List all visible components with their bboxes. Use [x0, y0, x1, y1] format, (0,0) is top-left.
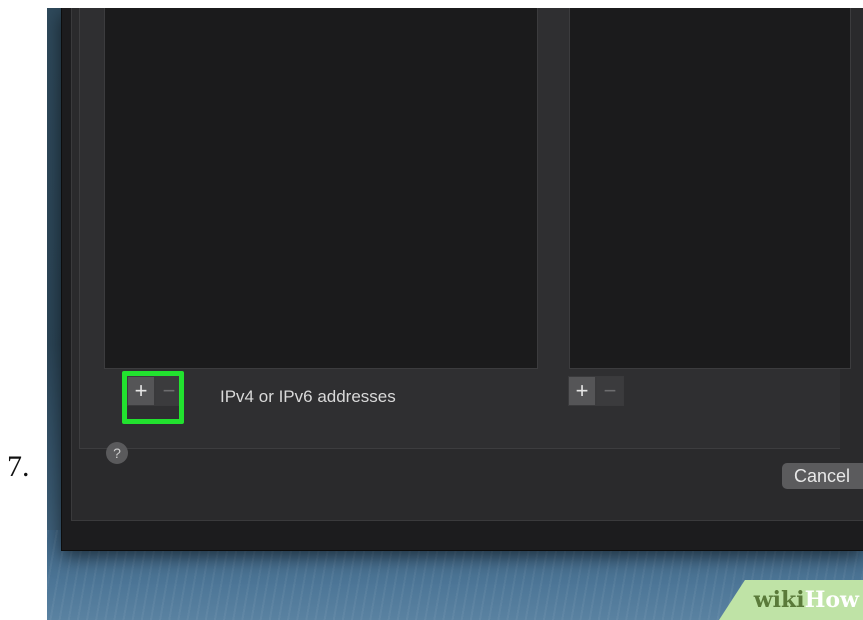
question-mark-icon: ? — [113, 445, 121, 461]
tutorial-highlight-box — [122, 371, 184, 424]
second-list-add-remove-control: + − — [568, 376, 624, 406]
second-list[interactable] — [569, 8, 851, 369]
watermark-how: How — [804, 587, 859, 613]
plus-icon: + — [575, 378, 589, 403]
step-number: 7. — [7, 450, 30, 483]
help-button[interactable]: ? — [106, 442, 128, 464]
minus-icon: − — [603, 378, 617, 403]
cancel-button[interactable]: Cancel — [782, 463, 863, 489]
ip-address-label: IPv4 or IPv6 addresses — [220, 387, 396, 406]
remove-item-button[interactable]: − — [596, 376, 624, 406]
watermark-wiki: wiki — [753, 587, 805, 613]
add-item-button[interactable]: + — [568, 376, 596, 406]
ip-address-list[interactable] — [104, 8, 538, 369]
screenshot: + − IPv4 or IPv6 addresses + − ? Cancel … — [47, 8, 863, 620]
